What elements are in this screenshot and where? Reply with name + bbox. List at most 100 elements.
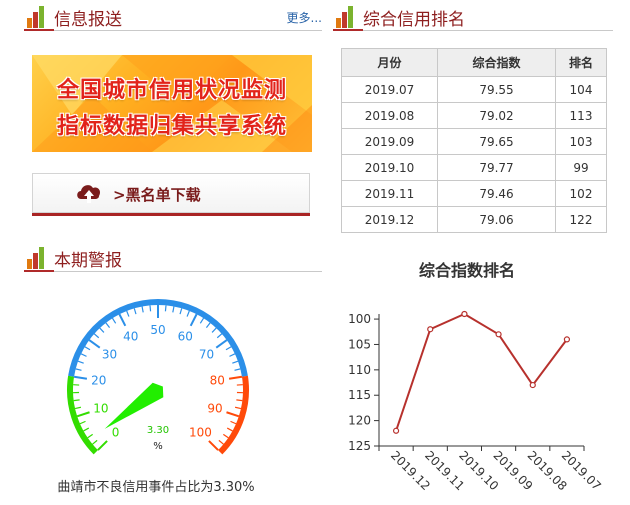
gauge-tick <box>236 399 243 402</box>
gauge-tick <box>164 305 167 312</box>
gauge-tick <box>230 420 237 425</box>
chart-title: 综合指数排名 <box>418 261 515 280</box>
gauge-tick-label: 70 <box>199 348 214 362</box>
gauge-tick-label: 30 <box>102 348 117 362</box>
gauge-tick <box>76 411 90 418</box>
gauge-tick <box>118 313 127 327</box>
gauge-tick-label: 50 <box>150 323 165 337</box>
bar-chart-icon <box>336 6 353 28</box>
series-line <box>395 312 568 432</box>
alert-section-title: 本期警报 <box>54 251 122 271</box>
gauge-unit-label: % <box>153 441 163 452</box>
gauge-tick <box>189 313 198 327</box>
news-section-title: 信息报送 <box>54 10 122 30</box>
gauge-tick-label: 90 <box>207 402 222 416</box>
gauge-tick-label: 10 <box>93 402 108 416</box>
cell-index: 79.46 <box>437 180 556 207</box>
cloud-upload-icon <box>77 185 101 203</box>
gauge-tick-label: 60 <box>178 330 193 344</box>
cell-rank: 104 <box>555 76 607 103</box>
cell-month: 2019.09 <box>341 128 438 155</box>
blacklist-download-button[interactable]: >黑名单下载 <box>32 173 310 216</box>
cell-month: 2019.11 <box>341 180 438 207</box>
gauge-tick <box>141 306 144 313</box>
cell-index: 79.06 <box>437 206 556 233</box>
gauge-tick <box>205 322 211 328</box>
section-underline <box>333 29 363 31</box>
gauge-tick <box>218 439 224 445</box>
gauge-tick-label: 40 <box>123 330 138 344</box>
y-tick-label: 100 <box>348 312 371 326</box>
gauge-tick <box>179 308 183 315</box>
button-underline <box>32 213 310 216</box>
y-tick-label: 125 <box>348 439 371 453</box>
y-tick-label: 105 <box>348 337 371 351</box>
data-point <box>392 427 400 434</box>
gauge-tick-label: 20 <box>91 374 106 388</box>
rank-table: 月份 综合指数 排名 2019.07 79.55 104 2019.08 79.02 1… <box>341 48 607 233</box>
gauge-tick <box>84 346 91 351</box>
gauge-chart: 0 10 20 30 40 50 60 70 80 90 100 3.30% <box>67 299 249 455</box>
table-row: 2019.09 79.65 103 <box>341 128 607 155</box>
gauge-tick <box>77 360 84 364</box>
gauge-tick <box>226 411 240 418</box>
section-underline <box>24 29 54 31</box>
table-row: 2019.07 79.55 104 <box>341 76 607 103</box>
gauge-tick <box>234 368 241 371</box>
gauge-tick-label: 100 <box>189 425 212 439</box>
rank-section-title: 综合信用排名 <box>363 10 465 30</box>
gauge-tick <box>216 333 223 339</box>
gauge-tick-label: 80 <box>210 374 225 388</box>
data-point <box>461 310 468 318</box>
more-link[interactable]: 更多... <box>287 9 322 26</box>
cell-index: 79.55 <box>437 76 556 103</box>
y-tick-label: 120 <box>348 414 371 428</box>
banner-line-2: 指标数据归集共享系统 <box>56 114 287 139</box>
gauge-value-label: 3.30 <box>147 425 169 436</box>
cell-month: 2019.07 <box>341 76 438 103</box>
gauge-tick <box>105 322 111 328</box>
gauge-tick <box>215 339 228 349</box>
credit-monitoring-banner[interactable]: 全国城市信用状况监测 指标数据归集共享系统 <box>32 55 312 152</box>
gauge-tick <box>99 327 105 333</box>
gauge-tick <box>232 360 239 364</box>
y-tick-label: 115 <box>348 388 371 402</box>
gauge-tick <box>234 406 242 410</box>
gauge-tick <box>228 375 243 380</box>
table-row: 2019.08 79.02 113 <box>341 102 607 129</box>
section-underline <box>24 270 54 272</box>
y-tick-label: 110 <box>348 363 371 377</box>
gauge-tick <box>186 310 190 317</box>
blacklist-download-label: >黑名单下载 <box>113 186 201 204</box>
gauge-tick <box>87 433 93 439</box>
data-point <box>427 326 434 333</box>
gauge-pointer <box>104 382 164 429</box>
cell-rank: 99 <box>555 154 607 181</box>
rank-section-header: 综合信用排名 <box>333 2 613 31</box>
bar-chart-icon <box>27 247 44 269</box>
table-row: 2019.10 79.77 99 <box>341 154 607 181</box>
table-header-row: 月份 综合指数 排名 <box>341 48 607 77</box>
cell-month: 2019.10 <box>341 154 438 181</box>
rank-line-chart: 1001051101151201252019.122019.112019.102… <box>348 310 604 493</box>
gauge-tick <box>73 375 88 380</box>
table-row: 2019.11 79.46 102 <box>341 180 607 207</box>
gauge-tick <box>172 306 175 313</box>
gauge-tick <box>80 353 87 357</box>
gauge-tick <box>211 327 217 333</box>
gauge-tick <box>97 440 108 451</box>
column-header-rank: 排名 <box>555 48 607 77</box>
column-header-month: 月份 <box>341 48 438 77</box>
gauge-tick <box>92 439 98 445</box>
gauge-tick <box>79 420 86 425</box>
gauge-tick <box>208 440 219 451</box>
cell-month: 2019.12 <box>341 206 438 233</box>
gauge-tick <box>199 317 205 324</box>
alert-section-header: 本期警报 <box>24 243 322 272</box>
bar-chart-icon <box>27 6 44 28</box>
gauge-tick <box>133 308 137 315</box>
cell-index: 79.77 <box>437 154 556 181</box>
gauge-tick <box>229 353 236 357</box>
gauge-tick <box>83 427 90 432</box>
column-header-index: 综合指数 <box>437 48 556 77</box>
